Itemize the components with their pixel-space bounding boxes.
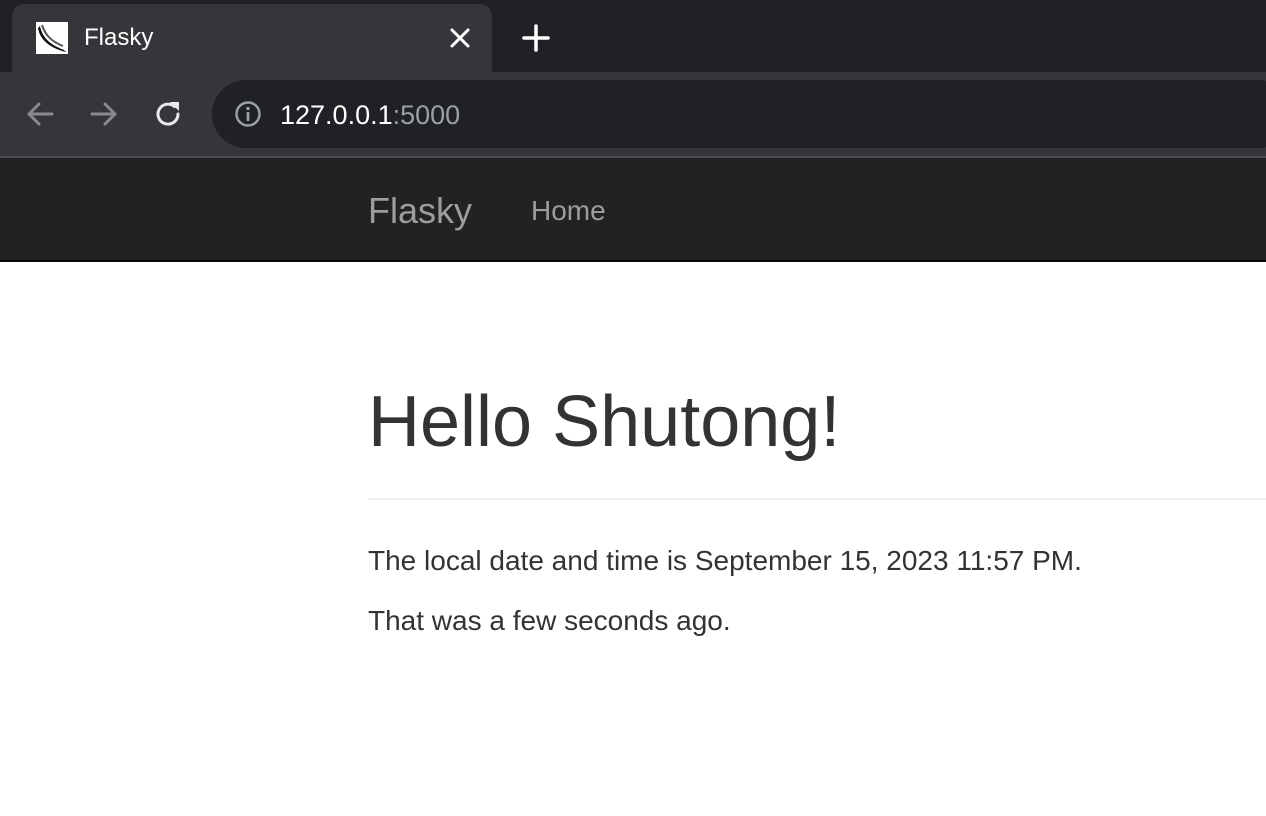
reload-icon[interactable] bbox=[152, 98, 184, 130]
heading-divider bbox=[368, 498, 1266, 500]
arrow-left-icon[interactable] bbox=[24, 98, 56, 130]
url-text: 127.0.0.1:5000 bbox=[280, 100, 460, 130]
address-bar[interactable]: 127.0.0.1:5000 bbox=[212, 80, 1266, 148]
page-heading: Hello Shutong! bbox=[368, 382, 841, 462]
local-time-text: The local date and time is September 15,… bbox=[368, 545, 1082, 576]
flask-horn-icon bbox=[36, 22, 68, 54]
browser-tab-strip: Flasky bbox=[0, 0, 1266, 72]
url-port: :5000 bbox=[392, 100, 461, 130]
browser-toolbar: 127.0.0.1:5000 bbox=[0, 72, 1266, 158]
nav-link-home[interactable]: Home bbox=[531, 195, 606, 227]
info-icon[interactable] bbox=[234, 100, 262, 128]
close-icon[interactable] bbox=[446, 24, 474, 52]
navbar-brand[interactable]: Flasky bbox=[368, 191, 472, 231]
relative-time-text: That was a few seconds ago. bbox=[368, 605, 731, 636]
site-navbar: Flasky Home bbox=[0, 158, 1266, 262]
arrow-right-icon[interactable] bbox=[88, 98, 120, 130]
tab-title: Flasky bbox=[84, 24, 154, 51]
url-host: 127.0.0.1 bbox=[280, 100, 393, 130]
browser-tab[interactable]: Flasky bbox=[12, 4, 492, 72]
plus-icon[interactable] bbox=[520, 22, 552, 54]
